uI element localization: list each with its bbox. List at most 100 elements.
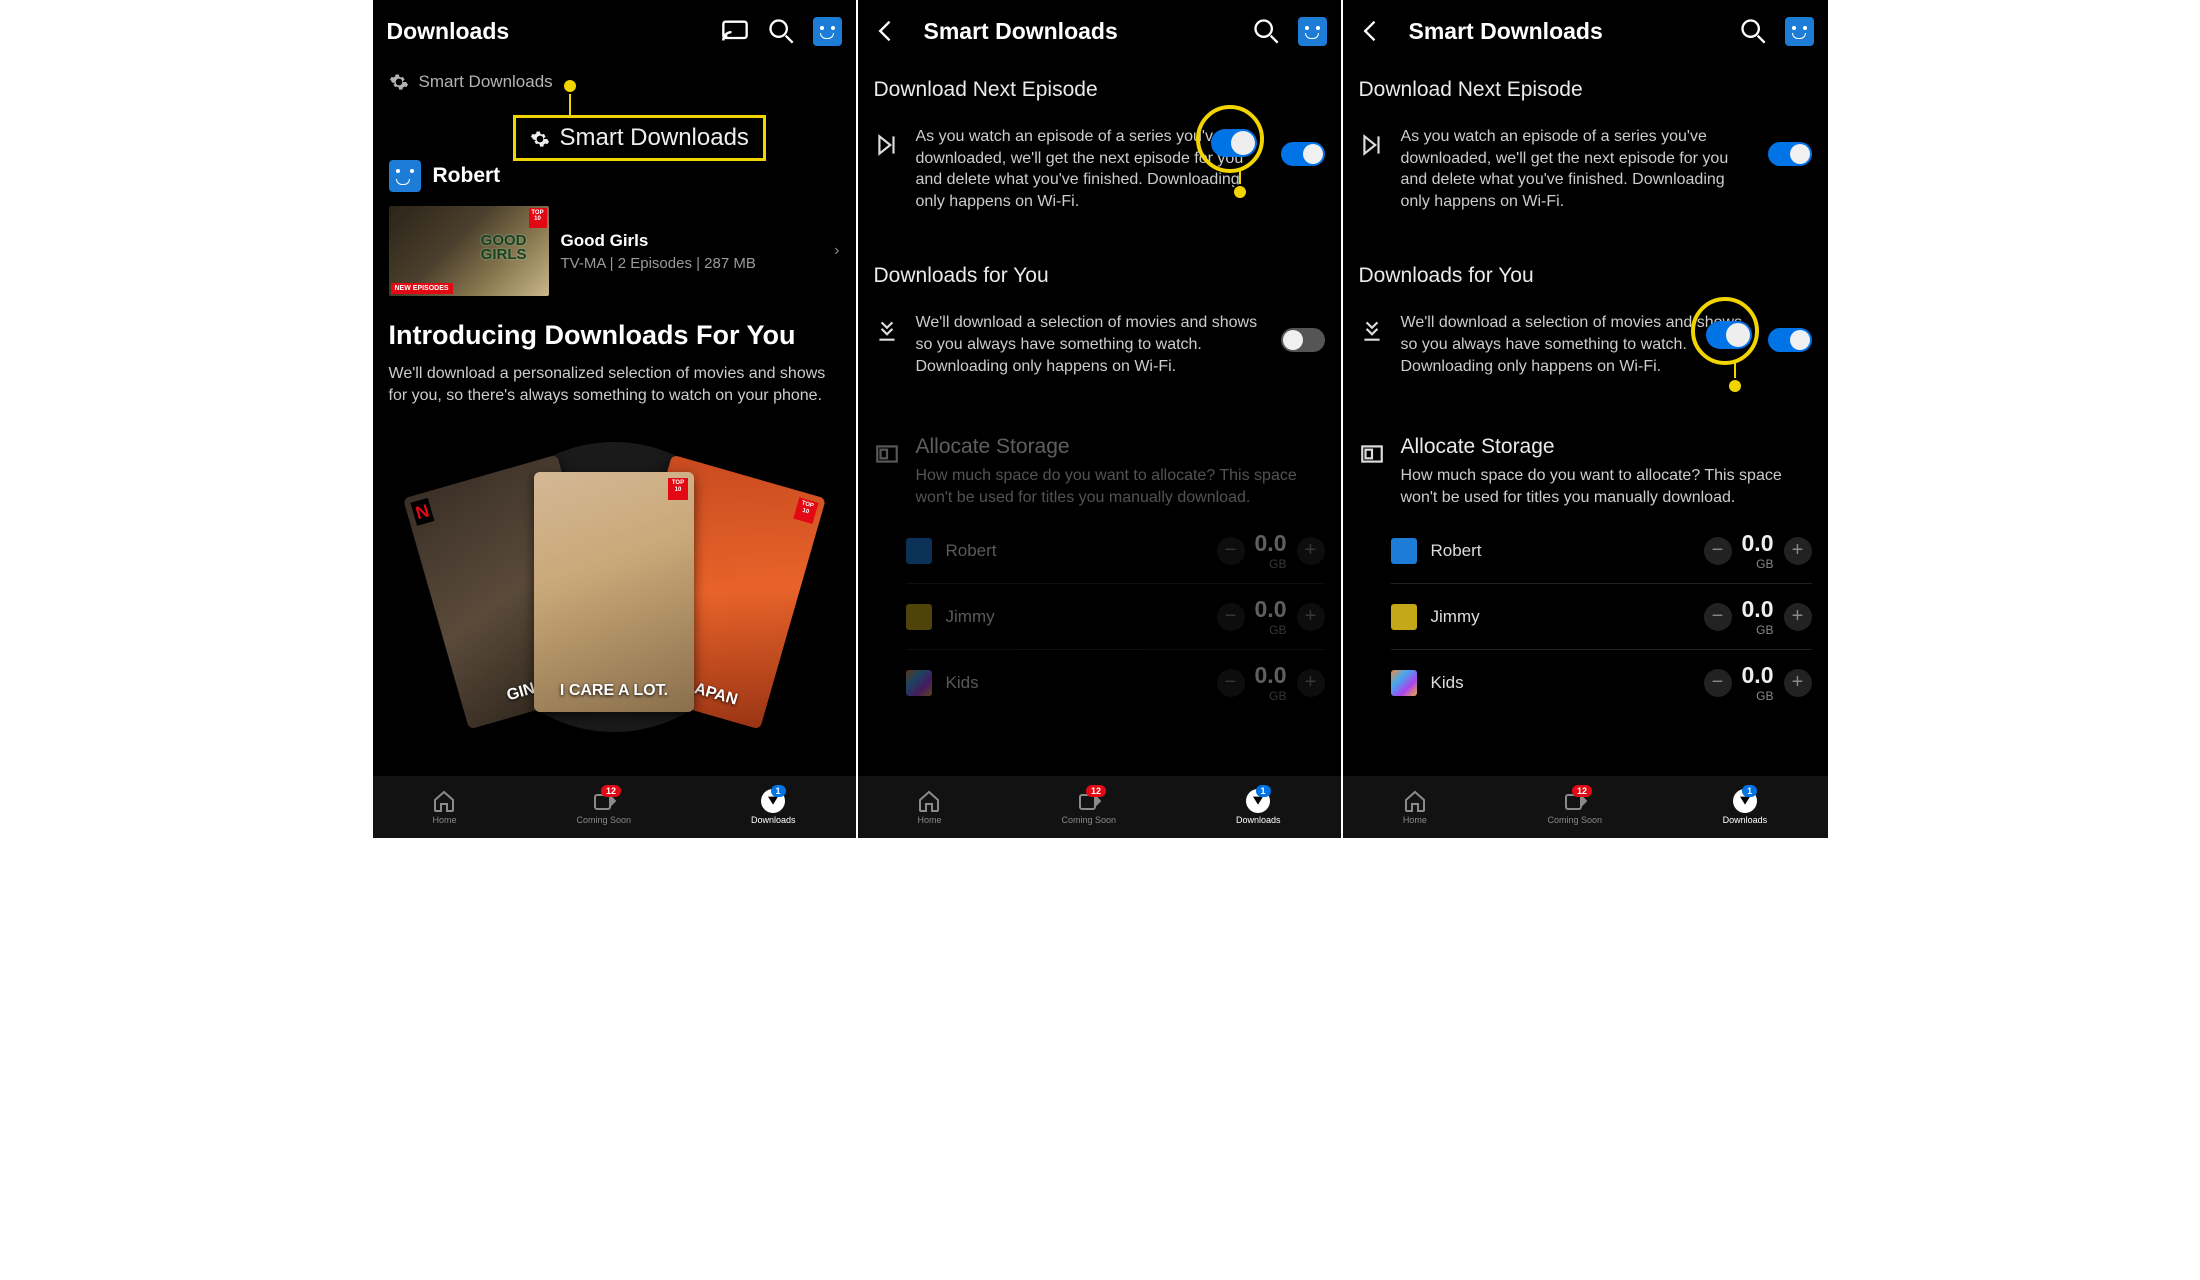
section-title: Downloads for You [874, 264, 1325, 288]
search-icon[interactable] [1739, 17, 1767, 45]
home-icon [1403, 789, 1427, 813]
annotation-ring [1691, 297, 1759, 365]
next-episode-desc: As you watch an episode of a series you'… [1401, 126, 1752, 212]
minus-button[interactable]: − [1704, 669, 1732, 697]
intro-body: We'll download a personalized selection … [389, 363, 840, 406]
alloc-row: Jimmy − 0.0GB + [906, 584, 1325, 650]
top10-badge: TOP 10 [529, 208, 547, 228]
profile-name: Kids [946, 673, 1217, 693]
minus-button[interactable]: − [1704, 537, 1732, 565]
profile-name: Jimmy [946, 607, 1217, 627]
nav-coming-soon[interactable]: Coming Soon12 [1061, 789, 1116, 825]
plus-button[interactable]: + [1784, 669, 1812, 697]
profile-name: Robert [433, 164, 501, 188]
smart-downloads-label: Smart Downloads [419, 72, 553, 92]
nav-home[interactable]: Home [432, 789, 456, 825]
downloads-badge: 1 [1256, 785, 1271, 797]
poster-center: TOP10I CARE A LOT. [534, 472, 694, 712]
show-title: Good Girls [561, 231, 756, 251]
plus-button[interactable]: + [1297, 537, 1325, 565]
phone-settings-off: Smart Downloads Download Next Episode As… [858, 0, 1343, 838]
gear-icon [389, 72, 409, 92]
toggle-next-episode[interactable] [1281, 142, 1325, 166]
annotation-ring [1196, 105, 1264, 173]
nav-home[interactable]: Home [917, 789, 941, 825]
downloads-for-you-icon [1359, 318, 1385, 349]
download-item[interactable]: TOP 10 GOODGIRLS NEW EPISODES Good Girls… [373, 202, 856, 300]
storage-icon [874, 441, 900, 472]
nav-coming-soon[interactable]: Coming Soon12 [576, 789, 631, 825]
section-next-episode: Download Next Episode As you watch an ep… [1343, 62, 1828, 248]
annotation-callout: Smart Downloads [513, 115, 766, 161]
alloc-row: Robert − 0.0GB + [1391, 518, 1812, 584]
header: Downloads [373, 0, 856, 62]
alloc-list: Robert − 0.0GB + Jimmy − 0.0GB + Kids − … [1359, 518, 1812, 715]
plus-button[interactable]: + [1297, 603, 1325, 631]
nav-downloads[interactable]: Downloads1 [1723, 789, 1768, 825]
section-title: Downloads for You [1359, 264, 1812, 288]
profile-name: Robert [946, 541, 1217, 561]
minus-button[interactable]: − [1217, 669, 1245, 697]
profile-avatar[interactable] [1785, 17, 1814, 46]
coming-soon-badge: 12 [601, 785, 621, 797]
profile-avatar[interactable] [1298, 17, 1327, 46]
annotation-marker [562, 78, 578, 94]
nav-downloads[interactable]: Downloads1 [751, 789, 796, 825]
cast-icon[interactable] [721, 17, 749, 45]
header: Smart Downloads [858, 0, 1341, 62]
nav-coming-soon[interactable]: Coming Soon12 [1547, 789, 1602, 825]
alloc-title: Allocate Storage [1401, 435, 1812, 459]
profile-name: Kids [1431, 673, 1704, 693]
profile-avatar-icon [1391, 670, 1417, 696]
plus-button[interactable]: + [1297, 669, 1325, 697]
home-icon [432, 789, 456, 813]
annotation-marker [1727, 378, 1743, 394]
minus-button[interactable]: − [1217, 603, 1245, 631]
show-logo: GOODGIRLS [481, 234, 527, 262]
coming-soon-badge: 12 [1086, 785, 1106, 797]
promo-art: NGIN GEO TOP10MURAI APAN TOP10I CARE A L… [373, 432, 856, 732]
search-icon[interactable] [767, 17, 795, 45]
download-meta: Good Girls TV-MA | 2 Episodes | 287 MB [561, 231, 756, 272]
search-icon[interactable] [1252, 17, 1280, 45]
profile-avatar[interactable] [813, 17, 842, 46]
toggle-next-episode[interactable] [1768, 142, 1812, 166]
nav-downloads[interactable]: Downloads1 [1236, 789, 1281, 825]
storage-icon [1359, 441, 1385, 472]
section-allocate-storage: Allocate Storage How much space do you w… [1343, 413, 1828, 731]
back-icon[interactable] [1357, 17, 1385, 45]
downloads-badge: 1 [1742, 785, 1757, 797]
annotation-marker [1232, 184, 1248, 200]
page-title: Downloads [387, 18, 703, 45]
intro-title: Introducing Downloads For You [389, 320, 840, 351]
section-allocate-storage: Allocate Storage How much space do you w… [858, 413, 1341, 731]
page-title: Smart Downloads [924, 18, 1234, 45]
minus-button[interactable]: − [1217, 537, 1245, 565]
phone-settings-on: Smart Downloads Download Next Episode As… [1343, 0, 1828, 838]
alloc-desc: How much space do you want to allocate? … [1401, 465, 1812, 508]
dfy-desc: We'll download a selection of movies and… [916, 312, 1265, 377]
home-icon [917, 789, 941, 813]
plus-button[interactable]: + [1784, 537, 1812, 565]
bottom-nav: Home Coming Soon12 Downloads1 [373, 776, 856, 838]
toggle-downloads-for-you[interactable] [1281, 328, 1325, 352]
next-episode-icon [874, 132, 900, 163]
coming-soon-badge: 12 [1572, 785, 1592, 797]
toggle-downloads-for-you[interactable] [1768, 328, 1812, 352]
smart-downloads-link[interactable]: Smart Downloads [373, 62, 856, 102]
back-icon[interactable] [872, 17, 900, 45]
header: Smart Downloads [1343, 0, 1828, 62]
downloads-for-you-icon [874, 318, 900, 349]
intro-section: Introducing Downloads For You We'll down… [373, 300, 856, 414]
phone-downloads: Downloads Smart Downloads Smart Download… [373, 0, 858, 838]
profile-name: Jimmy [1431, 607, 1704, 627]
nav-home[interactable]: Home [1403, 789, 1427, 825]
alloc-row: Kids − 0.0GB + [1391, 650, 1812, 715]
profile-avatar-icon [906, 670, 932, 696]
profile-name: Robert [1431, 541, 1704, 561]
callout-label: Smart Downloads [560, 124, 749, 152]
plus-button[interactable]: + [1784, 603, 1812, 631]
alloc-row: Robert − 0.0GB + [906, 518, 1325, 584]
minus-button[interactable]: − [1704, 603, 1732, 631]
bottom-nav: Home Coming Soon12 Downloads1 [1343, 776, 1828, 838]
